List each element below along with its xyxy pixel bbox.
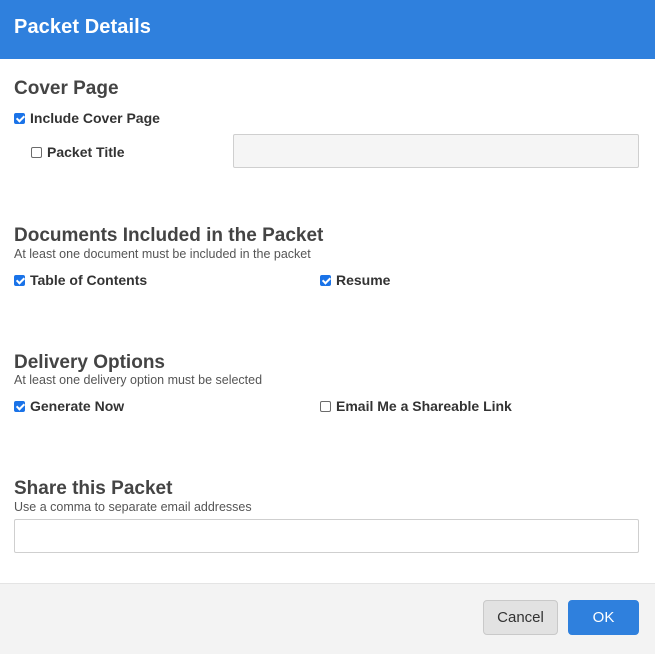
include-cover-page-checkbox[interactable]: Include Cover Page <box>14 110 160 126</box>
dialog-header: Packet Details <box>0 0 655 59</box>
delivery-heading: Delivery Options <box>14 352 165 373</box>
generate-now-box[interactable] <box>14 400 25 412</box>
generate-now-checkbox[interactable]: Generate Now <box>14 398 124 414</box>
resume-checkbox[interactable]: Resume <box>320 272 390 288</box>
packet-title-box[interactable] <box>31 146 42 158</box>
generate-now-label: Generate Now <box>30 398 125 414</box>
email-shareable-link-label: Email Me a Shareable Link <box>336 398 512 414</box>
packet-title-input[interactable] <box>233 134 639 168</box>
documents-heading: Documents Included in the Packet <box>14 225 324 246</box>
packet-details-dialog: Packet Details Cover Page Include Cover … <box>0 0 655 654</box>
share-heading: Share this Packet <box>14 478 173 499</box>
include-cover-page-box[interactable] <box>14 112 25 124</box>
cover-page-heading: Cover Page <box>14 78 119 99</box>
dialog-title: Packet Details <box>14 16 152 38</box>
packet-title-checkbox[interactable]: Packet Title <box>31 144 125 160</box>
table-of-contents-checkbox[interactable]: Table of Contents <box>14 272 147 288</box>
dialog-footer: Cancel OK <box>0 583 655 654</box>
packet-title-label: Packet Title <box>47 144 125 160</box>
include-cover-page-label: Include Cover Page <box>30 110 160 126</box>
delivery-hint: At least one delivery option must be sel… <box>14 373 263 387</box>
email-shareable-link-box[interactable] <box>320 400 331 412</box>
resume-label: Resume <box>336 272 391 288</box>
table-of-contents-label: Table of Contents <box>30 272 148 288</box>
share-hint: Use a comma to separate email addresses <box>14 500 252 514</box>
email-shareable-link-checkbox[interactable]: Email Me a Shareable Link <box>320 398 512 414</box>
share-emails-input[interactable] <box>14 519 639 553</box>
resume-box[interactable] <box>320 274 331 286</box>
cancel-button[interactable]: Cancel <box>483 600 558 635</box>
ok-button[interactable]: OK <box>568 600 639 635</box>
documents-hint: At least one document must be included i… <box>14 247 311 261</box>
table-of-contents-box[interactable] <box>14 274 25 286</box>
